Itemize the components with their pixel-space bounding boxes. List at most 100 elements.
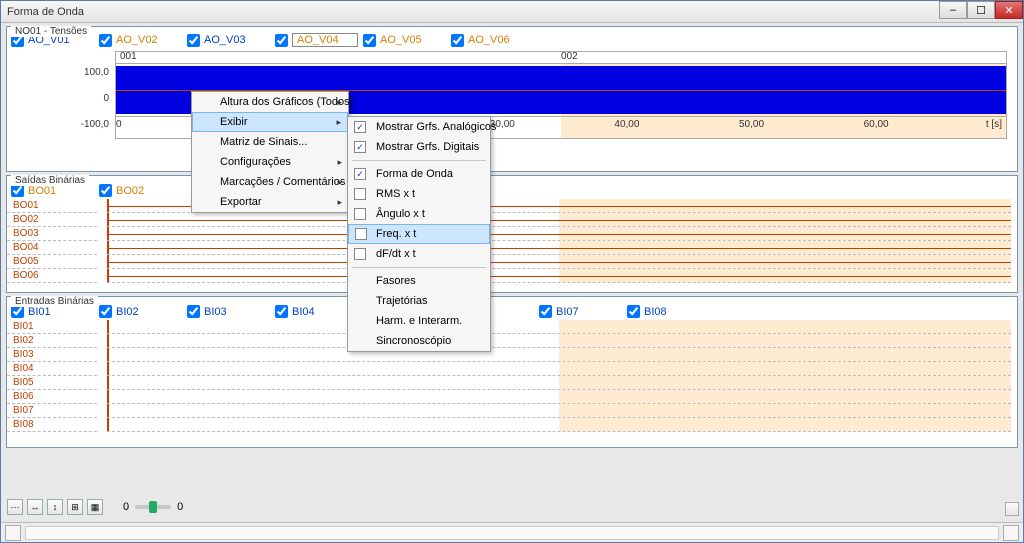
menu-item-label: RMS x t <box>376 188 415 200</box>
menu-item[interactable]: Freq. x t <box>348 224 490 244</box>
window-maximize-button[interactable]: ☐ <box>967 1 995 19</box>
checkbox[interactable] <box>539 305 552 318</box>
signal-track[interactable] <box>107 376 1011 390</box>
channel-label: AO_V03 <box>204 34 246 46</box>
row-label: BO03 <box>7 227 97 241</box>
menu-item[interactable]: Harm. e Interarm. <box>348 311 490 331</box>
window-minimize-button[interactable]: ‒ <box>939 1 967 19</box>
signal-track[interactable] <box>107 269 1011 283</box>
signal-track[interactable] <box>107 390 1011 404</box>
tool-button-2[interactable]: ↔ <box>27 499 43 515</box>
menu-item[interactable]: ✓Mostrar Grfs. Digitais <box>348 137 490 157</box>
menu-item[interactable]: RMS x t <box>348 184 490 204</box>
signal-track[interactable] <box>107 334 1011 348</box>
channel-label: BO02 <box>116 185 144 197</box>
signal-track[interactable] <box>107 241 1011 255</box>
menu-item[interactable]: Exportar▸ <box>192 192 348 212</box>
scroll-right-button[interactable] <box>1003 525 1019 541</box>
y-tick: 0 <box>103 93 109 104</box>
x-tick: 0 <box>116 119 122 130</box>
scroll-left-button[interactable] <box>5 525 21 541</box>
time-mark: 001 <box>120 51 137 62</box>
signal-track[interactable] <box>107 362 1011 376</box>
chevron-right-icon: ▸ <box>337 97 342 108</box>
signal-track[interactable] <box>107 320 1011 334</box>
horizontal-scrollbar[interactable] <box>1 522 1023 542</box>
row-label: BI08 <box>7 418 97 432</box>
checkbox[interactable] <box>363 34 376 47</box>
menu-item[interactable]: Fasores <box>348 271 490 291</box>
row-label: BI03 <box>7 348 97 362</box>
menu-item[interactable]: Ângulo x t <box>348 204 490 224</box>
menu-item[interactable]: Sincronoscópio <box>348 331 490 351</box>
checkbox[interactable] <box>275 34 288 47</box>
checkbox[interactable] <box>187 305 200 318</box>
checkbox-icon: ✓ <box>354 168 366 180</box>
menu-item-label: Trajetórias <box>376 295 428 307</box>
signal-track[interactable] <box>107 348 1011 362</box>
y-tick: -100,0 <box>81 119 109 130</box>
menu-item[interactable]: Configurações▸ <box>192 152 348 172</box>
menu-item[interactable]: Exibir▸ <box>192 112 348 132</box>
channel-checkbox[interactable]: BI03 <box>187 305 275 318</box>
signal-track[interactable] <box>107 213 1011 227</box>
x-tick: 50,00 <box>739 119 764 130</box>
panel-saidas-binarias: Saídas Binárias BO01BO02 BO01BO02BO03BO0… <box>6 175 1018 293</box>
chevron-right-icon: ▸ <box>337 177 342 188</box>
channel-checkbox[interactable]: AO_V03 <box>187 34 275 47</box>
menu-item[interactable]: Altura dos Gráficos (Todos)▸ <box>192 92 348 112</box>
signal-track[interactable] <box>107 418 1011 432</box>
menu-item[interactable]: Marcações / Comentários▸ <box>192 172 348 192</box>
signal-track[interactable] <box>107 227 1011 241</box>
channel-checkbox[interactable]: AO_V06 <box>451 34 539 47</box>
menu-item-label: Fasores <box>376 275 416 287</box>
slider-max: 0 <box>177 501 183 513</box>
scroll-track[interactable] <box>25 526 999 540</box>
menu-item[interactable]: Trajetórias <box>348 291 490 311</box>
checkbox[interactable] <box>99 34 112 47</box>
menu-item[interactable]: ✓Forma de Onda <box>348 164 490 184</box>
tool-button-1[interactable]: ⋯ <box>7 499 23 515</box>
window-close-button[interactable]: ✕ <box>995 1 1023 19</box>
channel-checkbox[interactable]: AO_V05 <box>363 34 451 47</box>
menu-item-label: Harm. e Interarm. <box>376 315 462 327</box>
zoom-slider[interactable]: 0 0 <box>123 501 183 513</box>
menu-item[interactable]: dF/dt x t <box>348 244 490 264</box>
row-label: BI06 <box>7 390 97 404</box>
row-label: BO06 <box>7 269 97 283</box>
tool-button-5[interactable]: ▦ <box>87 499 103 515</box>
channel-label: BI08 <box>644 306 667 318</box>
y-tick: 100,0 <box>84 67 109 78</box>
menu-item[interactable]: Matriz de Sinais... <box>192 132 348 152</box>
menu-item[interactable]: ✓Mostrar Grfs. Analógicos <box>348 117 490 137</box>
tool-button-4[interactable]: ⊞ <box>67 499 83 515</box>
checkbox-icon: ✓ <box>354 121 366 133</box>
panel-title: Saídas Binárias <box>11 175 89 186</box>
right-tool-button[interactable] <box>1005 502 1019 516</box>
channel-checkbox[interactable]: AO_V04 <box>275 33 363 47</box>
checkbox[interactable] <box>187 34 200 47</box>
row-label: BI05 <box>7 376 97 390</box>
menu-item-label: Ângulo x t <box>376 208 425 220</box>
row-label: BI07 <box>7 404 97 418</box>
chevron-right-icon: ▸ <box>336 117 341 128</box>
signal-track[interactable] <box>107 404 1011 418</box>
channel-checkbox[interactable]: BI02 <box>99 305 187 318</box>
menu-item-label: Freq. x t <box>376 228 416 240</box>
channel-checkbox[interactable]: BI08 <box>627 305 715 318</box>
checkbox-icon: ✓ <box>354 141 366 153</box>
checkbox[interactable] <box>99 305 112 318</box>
channel-checkbox[interactable]: AO_V02 <box>99 34 187 47</box>
tool-button-3[interactable]: ↕ <box>47 499 63 515</box>
window-titlebar: Forma de Onda ‒ ☐ ✕ <box>1 1 1023 23</box>
signal-track[interactable] <box>107 255 1011 269</box>
checkbox[interactable] <box>627 305 640 318</box>
checkbox[interactable] <box>99 184 112 197</box>
channel-label: AO_V02 <box>116 34 158 46</box>
channel-label: AO_V05 <box>380 34 422 46</box>
menu-item-label: dF/dt x t <box>376 248 416 260</box>
checkbox[interactable] <box>275 305 288 318</box>
channel-checkbox[interactable]: BI07 <box>539 305 627 318</box>
channel-checkbox[interactable]: BO02 <box>99 184 187 197</box>
checkbox[interactable] <box>451 34 464 47</box>
